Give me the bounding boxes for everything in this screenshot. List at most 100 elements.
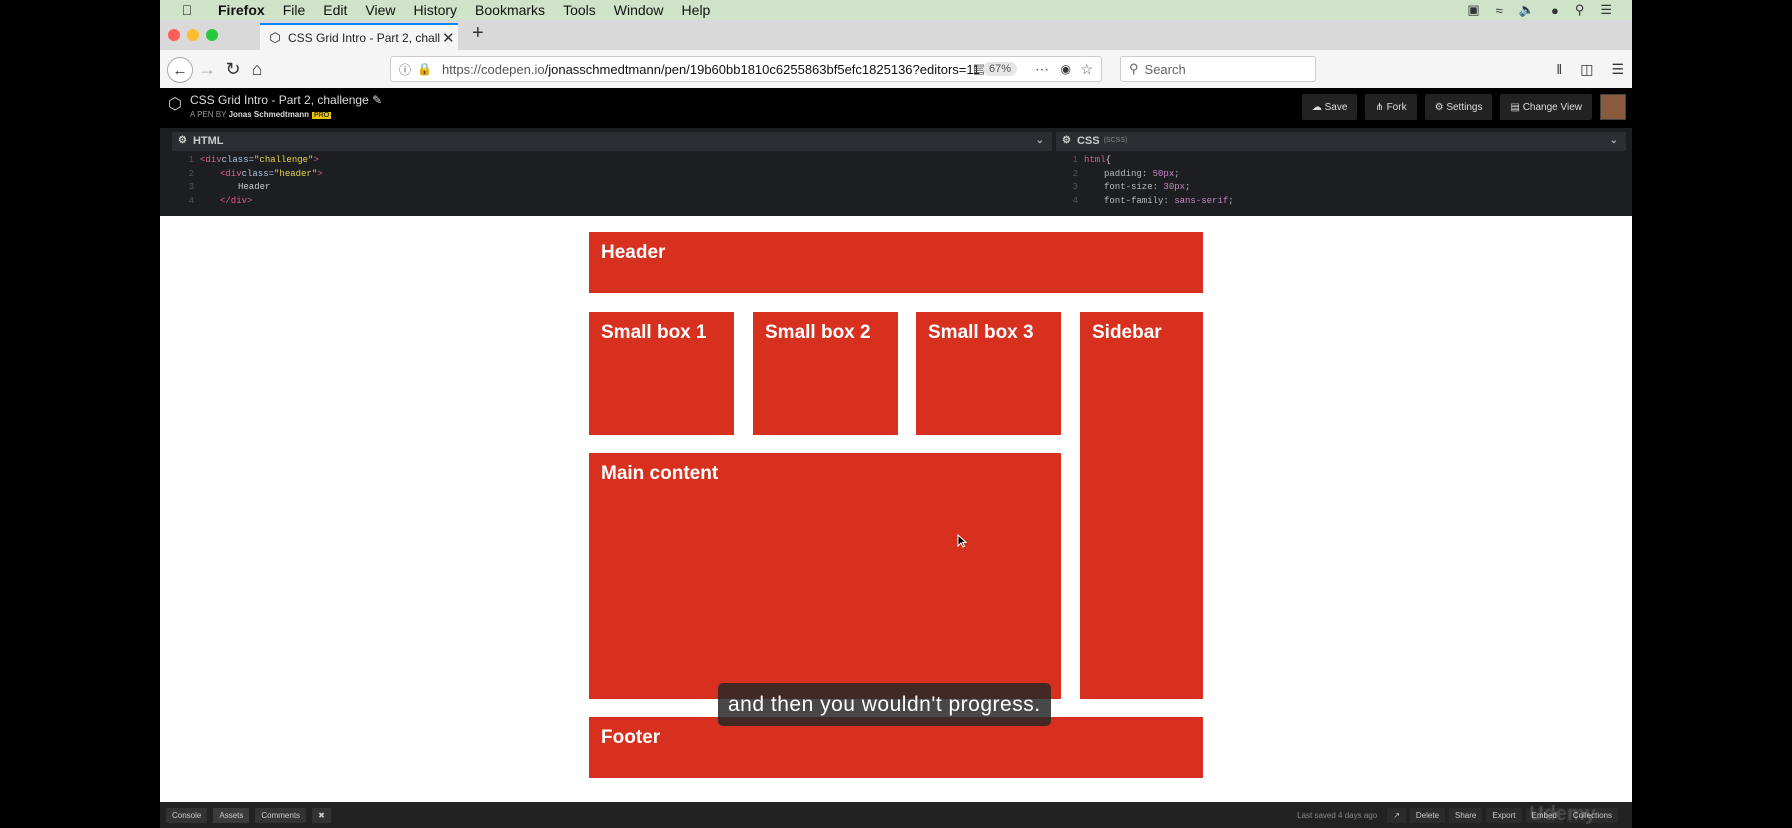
code-string: "header" [274, 168, 318, 179]
menu-edit[interactable]: Edit [323, 2, 347, 18]
code-line: 4 </div> [172, 195, 1052, 209]
menu-history[interactable]: History [413, 2, 457, 18]
html-editor-title: HTML [192, 134, 224, 147]
codepen-logo-icon[interactable]: ⬡ [168, 94, 182, 114]
info-icon[interactable]: ⓘ [399, 61, 411, 78]
sidebar-toggle-icon[interactable]: ◫ [1580, 61, 1593, 78]
chevron-down-icon[interactable]: ⌄ [1036, 135, 1044, 146]
volume-icon[interactable]: 🔈 [1519, 2, 1535, 18]
preview-pane: Header Small box 1 Small box 2 Small box… [160, 216, 1632, 802]
code-tag: </div> [220, 195, 253, 206]
mouse-cursor-icon [957, 534, 967, 548]
code-semicolon: ; [1228, 195, 1234, 206]
code-text: Header [238, 182, 271, 192]
code-tag: > [317, 168, 323, 179]
pen-title: CSS Grid Intro - Part 2, challenge ✎ [190, 93, 382, 107]
code-colon: : [1163, 195, 1175, 206]
close-window-button[interactable] [168, 29, 180, 41]
menu-help[interactable]: Help [682, 2, 711, 18]
menu-window[interactable]: Window [614, 2, 664, 18]
search-placeholder: Search [1144, 61, 1186, 77]
code-semicolon: ; [1185, 182, 1191, 192]
chevron-down-icon[interactable]: ⌄ [1610, 135, 1618, 146]
user-icon[interactable]: ● [1551, 3, 1559, 18]
spotlight-search-icon[interactable]: ⚲ [1575, 2, 1585, 18]
page-actions-icon[interactable]: ⋯ [1035, 61, 1049, 78]
console-button[interactable]: Console [166, 807, 208, 823]
new-tab-button[interactable]: + [472, 22, 484, 45]
back-button[interactable]: ← [167, 57, 193, 83]
close-tab-icon[interactable]: ✕ [442, 29, 455, 47]
change-view-label: Change View [1522, 101, 1582, 113]
code-colon: : [1152, 182, 1164, 192]
status-icons: ▣ ≈ 🔈 ● ⚲ ☰ [1467, 0, 1612, 20]
line-number: 2 [1072, 168, 1078, 179]
close-icon[interactable]: ✖ [312, 807, 331, 823]
search-box[interactable]: ⚲ Search [1120, 56, 1316, 82]
code-tag: <div [220, 168, 242, 179]
url-path: /jonasschmedtmann/pen/19b60bb1810c625586… [544, 61, 980, 77]
css-code[interactable]: 1 html { 2 padding: 50px; 3 font-size: 30px… [1056, 151, 1626, 212]
fork-button[interactable]: ⋔ Fork [1365, 94, 1417, 120]
wifi-icon[interactable]: ≈ [1496, 3, 1503, 18]
open-external-icon[interactable]: ↗ [1387, 807, 1406, 823]
menu-view[interactable]: View [365, 2, 395, 18]
minimize-window-button[interactable] [187, 29, 199, 41]
comments-button[interactable]: Comments [255, 807, 307, 823]
line-number: 3 [188, 182, 194, 192]
last-saved-text: Last saved 4 days ago [1297, 810, 1378, 820]
code-semicolon: ; [1174, 168, 1180, 179]
export-button[interactable]: Export [1486, 807, 1522, 823]
gear-icon: ⚙ [1434, 101, 1447, 113]
html-code[interactable]: 1 <div class= "challenge" > 2 <div class= "he… [172, 151, 1052, 212]
css-settings-icon[interactable]: ⚙ [1062, 135, 1071, 146]
share-button[interactable]: Share [1449, 807, 1483, 823]
line-number: 2 [188, 168, 194, 179]
menu-firefox[interactable]: Firefox [218, 2, 265, 18]
code-attr: class= [241, 168, 275, 179]
hamburger-menu-icon[interactable]: ☰ [1611, 61, 1624, 78]
html-settings-icon[interactable]: ⚙ [178, 135, 187, 146]
menu-tools[interactable]: Tools [563, 2, 596, 18]
apple-icon[interactable]:  [178, 2, 196, 18]
css-preprocessor-label: (SCSS) [1103, 137, 1128, 144]
screen-record-icon[interactable]: ▣ [1467, 2, 1479, 18]
delete-button[interactable]: Delete [1409, 807, 1446, 823]
code-colon: : [1141, 168, 1153, 179]
settings-label: Settings [1446, 101, 1483, 113]
notification-center-icon[interactable]: ☰ [1600, 2, 1612, 18]
udemy-watermark: Udemy [1529, 803, 1596, 825]
zoom-window-button[interactable] [206, 29, 218, 41]
pen-author: A PEN BY Jonas Schmedtmann PRO [190, 110, 332, 119]
url-text[interactable]: https://codepen.io/jonasschmedtmann/pen/… [442, 62, 1002, 77]
pocket-icon[interactable]: ◉ [1061, 62, 1071, 76]
bookmark-star-icon[interactable]: ☆ [1080, 61, 1093, 78]
small-box-1: Small box 1 [589, 312, 734, 435]
menu-file[interactable]: File [283, 2, 306, 18]
forward-button[interactable]: → [196, 56, 218, 82]
save-button[interactable]: ☁ Save [1301, 94, 1358, 120]
settings-button[interactable]: ⚙ Settings [1424, 94, 1493, 120]
navigation-bar: ← → ↻ ⌂ ⓘ 🔒 https://codepen.io/jonasschm… [160, 50, 1632, 89]
edit-pencil-icon[interactable]: ✎ [372, 93, 382, 107]
css-editor-pane: ⚙ CSS (SCSS) ⌄ 1 html { 2 padding: 50px; 3 f… [1056, 132, 1626, 212]
code-value: 30px [1163, 182, 1186, 192]
assets-button[interactable]: Assets [213, 807, 250, 823]
url-bar[interactable]: ⓘ 🔒 https://codepen.io/jonasschmedtmann/… [390, 56, 1102, 82]
code-property: font-size [1104, 182, 1153, 192]
browser-tab[interactable]: ⬡ CSS Grid Intro - Part 2, challeng ✕ [260, 23, 458, 50]
author-link[interactable]: Jonas Schmedtmann [229, 110, 309, 119]
change-view-button[interactable]: ▤ Change View [1500, 94, 1592, 120]
menu-bookmarks[interactable]: Bookmarks [475, 2, 545, 18]
home-button[interactable]: ⌂ [246, 56, 268, 82]
library-icon[interactable]: ‖ [1556, 61, 1562, 78]
avatar[interactable] [1600, 94, 1626, 120]
reload-button[interactable]: ↻ [222, 56, 244, 82]
pen-by-label: A PEN BY [190, 110, 227, 119]
cloud-icon: ☁ [1311, 101, 1325, 113]
zoom-level[interactable]: 67% [982, 62, 1017, 76]
code-value: 50px [1152, 168, 1175, 179]
